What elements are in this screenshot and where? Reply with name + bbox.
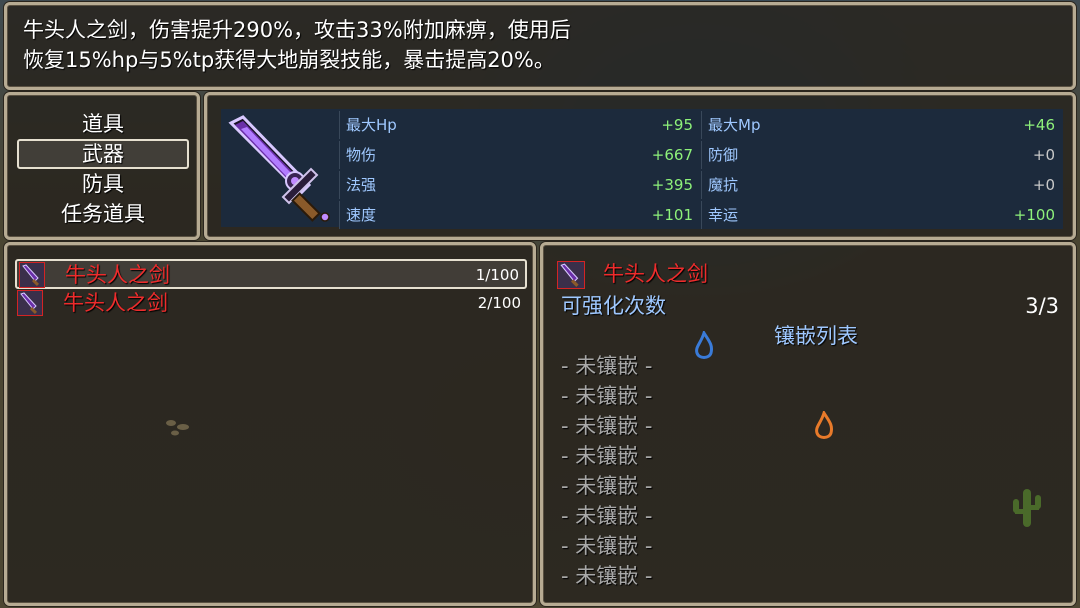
stat-value: +667 (651, 146, 693, 164)
stat-label: 防御 (708, 146, 739, 164)
socket-slot[interactable]: - 未镶嵌 - (561, 411, 653, 441)
orange-flame-icon (815, 411, 833, 439)
item-description-window: 牛头人之剑，伤害提升290%，攻击33%附加麻痹，使用后 恢复15%hp与5%t… (4, 2, 1076, 90)
stat-magic-power: 法强 +395 (339, 171, 699, 199)
sword-icon (221, 109, 339, 227)
stat-max-hp: 最大Hp +95 (339, 111, 699, 139)
stat-value: +46 (1023, 116, 1055, 134)
stat-label: 法强 (346, 176, 377, 194)
stat-label: 速度 (346, 206, 377, 224)
socket-slot[interactable]: - 未镶嵌 - (561, 501, 653, 531)
stat-speed: 速度 +101 (339, 201, 699, 229)
weapon-stats-window: 最大Hp +95 最大Mp +46 物伤 +667 防御 +0 法强 +395 … (204, 92, 1076, 240)
stat-value: +395 (651, 176, 693, 194)
sword-icon (17, 290, 43, 316)
stat-value: +95 (661, 116, 693, 134)
category-weapons[interactable]: 武器 (17, 139, 189, 169)
category-armor[interactable]: 防具 (17, 169, 189, 199)
stat-value: +101 (651, 206, 693, 224)
socket-slot[interactable]: - 未镶嵌 - (561, 471, 653, 501)
item-name: 牛头人之剑 (65, 263, 170, 287)
socket-slot[interactable]: - 未镶嵌 - (561, 441, 653, 471)
item-name: 牛头人之剑 (63, 291, 168, 315)
stat-max-mp: 最大Mp +46 (701, 111, 1061, 139)
category-items[interactable]: 道具 (17, 109, 189, 139)
socket-slot[interactable]: - 未镶嵌 - (561, 351, 653, 381)
stat-value: +100 (1013, 206, 1055, 224)
stat-physical-damage: 物伤 +667 (339, 141, 699, 169)
item-count: 1/100 (475, 266, 519, 284)
cactus-icon (1013, 489, 1041, 527)
item-count: 2/100 (477, 294, 521, 312)
stat-label: 魔抗 (708, 176, 739, 194)
list-item[interactable]: 牛头人之剑 1/100 (15, 259, 527, 289)
stat-label: 幸运 (708, 206, 739, 224)
sword-icon (557, 261, 585, 289)
item-detail-window: 牛头人之剑 可强化次数 3/3 镶嵌列表 - 未镶嵌 - - 未镶嵌 - - 未… (540, 242, 1076, 606)
category-quest-items[interactable]: 任务道具 (17, 199, 189, 229)
socket-list-title: 镶嵌列表 (543, 321, 1079, 351)
stat-grid: 最大Hp +95 最大Mp +46 物伤 +667 防御 +0 法强 +395 … (339, 109, 1063, 229)
stat-magic-resist: 魔抗 +0 (701, 171, 1061, 199)
enhance-count-label: 可强化次数 (561, 294, 666, 318)
stat-defense: 防御 +0 (701, 141, 1061, 169)
stat-label: 最大Mp (708, 116, 761, 134)
stat-label: 物伤 (346, 146, 377, 164)
item-list-window: 牛头人之剑 1/100 牛头人之剑 2/100 (4, 242, 536, 606)
stat-luck: 幸运 +100 (701, 201, 1061, 229)
detail-item-name: 牛头人之剑 (603, 262, 708, 286)
socket-list-title-text: 镶嵌列表 (774, 324, 858, 348)
description-line-2: 恢复15%hp与5%tp获得大地崩裂技能，暴击提高20%。 (23, 48, 555, 72)
socket-slot[interactable]: - 未镶嵌 - (561, 531, 653, 561)
stat-value: +0 (1032, 176, 1055, 194)
stat-value: +0 (1032, 146, 1055, 164)
stat-label: 最大Hp (346, 116, 397, 134)
pebbles-decoration (166, 420, 189, 436)
description-line-1: 牛头人之剑，伤害提升290%，攻击33%附加麻痹，使用后 (23, 18, 571, 42)
list-item[interactable]: 牛头人之剑 2/100 (15, 289, 527, 319)
enhance-count-value: 3/3 (1025, 294, 1059, 318)
category-menu: 道具 武器 防具 任务道具 (4, 92, 200, 240)
socket-slot[interactable]: - 未镶嵌 - (561, 561, 653, 591)
sword-icon (19, 262, 45, 288)
socket-slot[interactable]: - 未镶嵌 - (561, 381, 653, 411)
